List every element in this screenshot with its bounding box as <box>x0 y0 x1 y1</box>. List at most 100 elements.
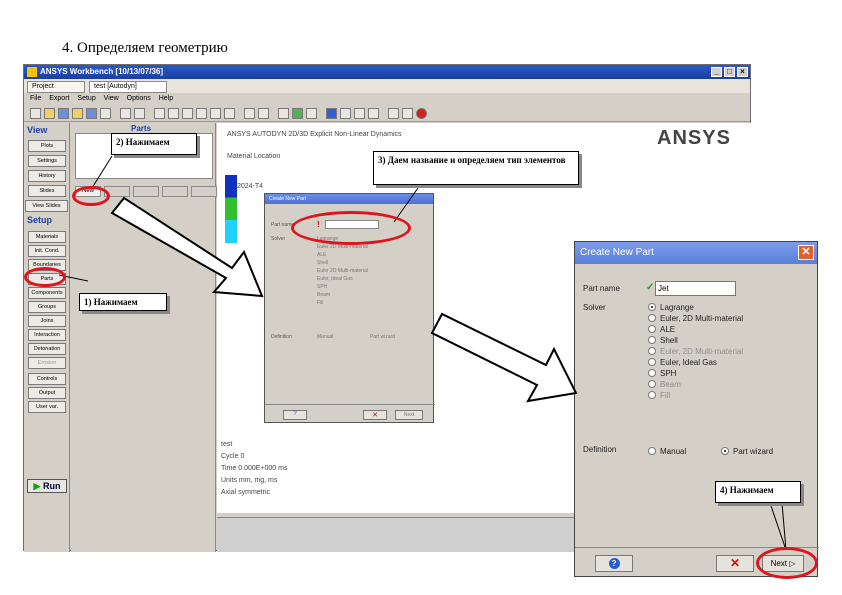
menu-help[interactable]: Help <box>159 95 173 102</box>
save-icon[interactable] <box>58 108 69 119</box>
solver-option-shell[interactable]: Shell <box>648 336 678 345</box>
small-solver-7[interactable]: Beam <box>317 292 330 298</box>
menu-view[interactable]: View <box>104 95 119 102</box>
undo-icon[interactable] <box>120 108 131 119</box>
print-icon[interactable] <box>100 108 111 119</box>
small-dialog-divider <box>265 404 435 405</box>
definition-wizard-radio[interactable]: Part wizard <box>721 447 773 456</box>
small-solver-4[interactable]: Euler 2D Multi-material <box>317 268 368 274</box>
erosion-button[interactable]: Erosion <box>28 357 66 369</box>
history-button[interactable]: History <box>28 170 66 182</box>
solver-option-lagrange[interactable]: Lagrange <box>648 303 694 312</box>
check-icon[interactable] <box>388 108 399 119</box>
move-icon[interactable] <box>168 108 179 119</box>
tab-autodyn[interactable]: test [Autodyn] <box>89 81 167 93</box>
small-help-button[interactable]: ? <box>283 410 307 420</box>
small-manual-radio[interactable]: Manual <box>317 334 333 340</box>
solver-option-euler-multi-2[interactable]: Euler, 2D Multi-material <box>648 347 743 356</box>
close-icon[interactable]: ✕ <box>798 245 814 260</box>
detonation-button[interactable]: Detonation <box>28 343 66 355</box>
view-header: View <box>27 125 48 135</box>
solver-option-beam[interactable]: Beam <box>648 380 681 389</box>
fit-icon[interactable] <box>224 108 235 119</box>
globe-icon[interactable] <box>340 108 351 119</box>
radio-icon <box>648 336 656 344</box>
info-line-1: test <box>221 441 233 448</box>
materials-button[interactable]: Materials <box>28 231 66 243</box>
output-button[interactable]: Output <box>28 387 66 399</box>
part-name-input[interactable]: Jet <box>655 281 736 296</box>
help-button[interactable]: ? <box>595 555 633 572</box>
menu-file[interactable]: File <box>30 95 41 102</box>
definition-label: Definition <box>583 445 617 454</box>
chart-icon[interactable] <box>258 108 269 119</box>
zoom-icon[interactable] <box>182 108 193 119</box>
delete-part-button[interactable] <box>162 186 188 197</box>
callout-step-3: 3) Даем название и определяем тип элемен… <box>373 151 579 185</box>
info-line-3: Time 0.000E+000 ms <box>221 465 288 472</box>
small-solver-5[interactable]: Euler, Ideal Gas <box>317 276 353 282</box>
pen-icon[interactable] <box>306 108 317 119</box>
small-solver-3[interactable]: Shell <box>317 260 328 266</box>
ansys-logo: ANSYS <box>653 125 745 151</box>
graph-icon[interactable] <box>368 108 379 119</box>
radio-icon <box>648 369 656 377</box>
callout-step-1: 1) Нажимаем <box>79 293 167 311</box>
solver-option-ale[interactable]: ALE <box>648 325 675 334</box>
run-button[interactable]: ▶ Run <box>27 479 67 493</box>
small-solver-6[interactable]: SPH <box>317 284 327 290</box>
groups-button[interactable]: Groups <box>28 301 66 313</box>
small-solver-1[interactable]: Euler 2D Multi-material <box>317 244 368 250</box>
zoom-box-icon[interactable] <box>210 108 221 119</box>
open-icon[interactable] <box>72 108 83 119</box>
open-folder-icon[interactable] <box>44 108 55 119</box>
tab-project[interactable]: Project <box>27 81 85 93</box>
play-icon[interactable] <box>354 108 365 119</box>
small-next-button[interactable]: Next <box>395 410 423 420</box>
refresh-icon[interactable] <box>154 108 165 119</box>
maximize-icon[interactable]: □ <box>724 67 735 77</box>
radio-selected-icon <box>721 447 729 455</box>
user-var-button[interactable]: User var. <box>28 401 66 413</box>
camera-icon[interactable] <box>244 108 255 119</box>
stop-icon[interactable] <box>416 108 427 119</box>
help-icon[interactable] <box>402 108 413 119</box>
slides-button[interactable]: Slides <box>28 185 66 197</box>
components-button[interactable]: Components <box>28 287 66 299</box>
solver-option-euler-ideal-gas[interactable]: Euler, Ideal Gas <box>648 358 717 367</box>
run-label: Run <box>42 481 61 491</box>
small-wizard-radio[interactable]: Part wizard <box>370 334 395 340</box>
interaction-button[interactable]: Interaction <box>28 329 66 341</box>
settings-button[interactable]: Settings <box>28 155 66 167</box>
view-slides-button[interactable]: View Slides <box>25 200 68 212</box>
small-solver-2[interactable]: ALE <box>317 252 326 258</box>
zoom-out-icon[interactable] <box>196 108 207 119</box>
init-cond-button[interactable]: Init. Cond. <box>28 245 66 257</box>
save-as-icon[interactable] <box>86 108 97 119</box>
menu-export[interactable]: Export <box>49 95 69 102</box>
controls-button[interactable]: Controls <box>28 373 66 385</box>
fill-part-button[interactable] <box>133 186 159 197</box>
close-icon[interactable]: × <box>737 67 748 77</box>
cursor-icon[interactable] <box>278 108 289 119</box>
plots-button[interactable]: Plots <box>28 140 66 152</box>
menu-setup[interactable]: Setup <box>77 95 95 102</box>
radio-icon <box>648 347 656 355</box>
solver-option-sph[interactable]: SPH <box>648 369 676 378</box>
print-green-icon[interactable] <box>292 108 303 119</box>
definition-manual-radio[interactable]: Manual <box>648 447 686 456</box>
cancel-button[interactable]: ✕ <box>716 555 754 572</box>
menu-options[interactable]: Options <box>127 95 151 102</box>
grid-icon[interactable] <box>326 108 337 119</box>
new-file-icon[interactable] <box>30 108 41 119</box>
solver-option-euler-multi[interactable]: Euler, 2D Multi-material <box>648 314 743 323</box>
redo-icon[interactable] <box>134 108 145 119</box>
callout-step-4: 4) Нажимаем <box>715 481 801 503</box>
solver-option-fill[interactable]: Fill <box>648 391 670 400</box>
joins-button[interactable]: Joins <box>28 315 66 327</box>
copy-part-button[interactable] <box>191 186 217 197</box>
radio-icon <box>648 325 656 333</box>
small-cancel-button[interactable]: ✕ <box>363 410 387 420</box>
minimize-icon[interactable]: _ <box>711 67 722 77</box>
small-solver-8[interactable]: Fill <box>317 300 323 306</box>
